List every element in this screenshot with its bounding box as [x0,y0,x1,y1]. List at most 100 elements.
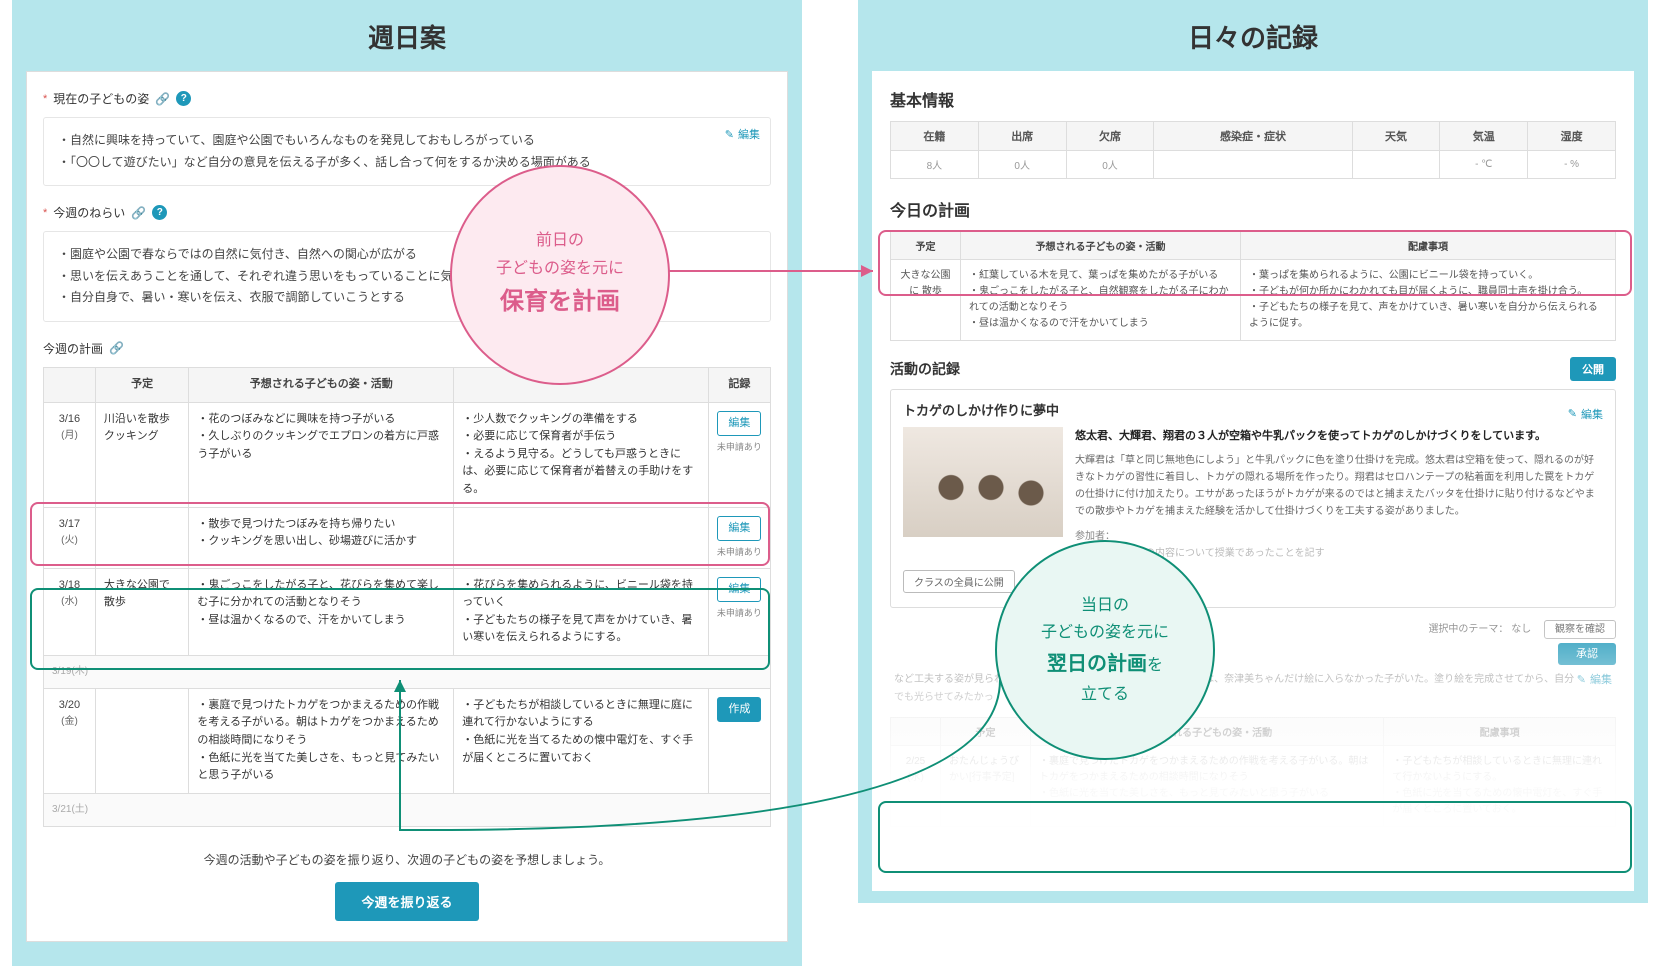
current-item: 「〇〇して遊びたい」など自分の意見を伝える子が多く、話し合って何をするか決める場… [58,152,756,174]
activity-heading: 活動の記録 公開 [890,357,1616,381]
basic-header: 天気 [1352,122,1440,151]
activity-text: 悠太君、大輝君、翔君の３人が空箱や牛乳パックを使ってトカゲのしかけづくりをしてい… [1075,427,1603,562]
activity-photo [903,427,1063,537]
create-button[interactable]: 作成 [717,697,761,723]
section-weekly-plan: 今週の計画 🔗 [43,340,771,357]
plan-schedule [95,688,188,793]
plan-header-expected: 予想される子どもの姿・活動 [189,367,454,402]
basic-header: 欠席 [1066,122,1154,151]
plan-expected: 花のつぼみなどに興味を持つ子がいる久しぶりのクッキングでエプロンの着方に戸惑う子… [189,402,454,507]
tp-care: 葉っぱを集められるように、公園にビニール袋を持っていく。 子どもが何か所かにわか… [1241,260,1616,341]
link-icon[interactable]: 🔗 [155,92,170,106]
scope-button[interactable]: クラスの全員に公開 [903,570,1015,593]
section-current-children: * 現在の子どもの姿 🔗 ? [43,90,771,107]
today-plan-row: 大きな公園に 散歩 紅葉している木を見て、葉っぱを集めたがる子がいる 鬼ごっこを… [891,260,1616,341]
edit-button[interactable]: 編集 [717,516,761,542]
participants-label: 参加者： [1075,528,1603,545]
next-plan-row: 2/25 (水) おたんじょうびかい[行事予定] 裏庭で見つけたトカゲをつかまえ… [891,745,1616,826]
current-children-box: ✎ 編集 自然に興味を持っていて、園庭や公園でもいろんなものを発見しておもしろが… [43,117,771,186]
daily-record-title: 日々の記録 [858,0,1648,71]
plan-record-cell: 作成 [708,688,770,793]
plan-faded-row: 3/21(土) [44,793,771,826]
link-icon[interactable]: 🔗 [131,206,146,220]
edit-button[interactable]: 編集 [717,411,761,437]
required-mark: * [43,207,47,219]
plan-row: 3/17(火) 散歩で見つけたつぼみを持ち帰りたいクッキングを思い出し、砂場遊びに… [44,507,771,568]
weekly-plan-title: 週日案 [12,0,802,71]
annotation-bubble-green: 当日の 子どもの姿を元に 翌日の計画を 立てる [995,540,1215,760]
plan-row: 3/21(土) [44,793,771,826]
activity-title: トカゲのしかけ作りに夢中 [903,400,1059,419]
annotation-bubble-pink: 前日の 子どもの姿を元に 保育を計画 [450,165,670,385]
basic-header: 感染症・症状 [1154,122,1352,151]
plan-care [454,507,708,568]
approve-button[interactable]: 承認 [1558,643,1616,665]
reflect-section: 今週の活動や子どもの姿を振り返り、次週の子どもの姿を予想しましょう。 今週を振り… [43,851,771,921]
daily-record-panel: 基本情報 在籍出席欠席感染症・症状天気気温湿度 8人0人0人- ℃- % 今日の… [872,71,1634,891]
plan-record-cell: 編集未申請あり [708,568,770,655]
plan-header-date [44,367,96,402]
plan-record-cell: 編集未申請あり [708,402,770,507]
plan-schedule: 大きな公園で散歩 [95,568,188,655]
basic-header: 湿度 [1528,122,1616,151]
plan-record-cell: 編集未申請あり [708,507,770,568]
plan-header-record: 記録 [708,367,770,402]
plan-expected: 散歩で見つけたつぼみを持ち帰りたいクッキングを思い出し、砂場遊びに活かす [189,507,454,568]
edit-button[interactable]: 編集 [717,577,761,603]
activity-edit-link[interactable]: ✎ 編集 [1568,406,1603,422]
basic-value [1154,151,1352,179]
required-mark: * [43,93,47,105]
basic-value: 0人 [978,151,1066,179]
tp-header-expected: 予想される子どもの姿・活動 [961,232,1241,260]
status-badge: 未申請あり [717,545,762,559]
edit-current-link[interactable]: ✎ 編集 [725,126,760,146]
weekly-plan-table: 予定 予想される子どもの姿・活動 記録 3/16(月)川沿いを散歩 クッキング花… [43,367,771,827]
status-badge: 未申請あり [717,606,762,620]
basic-header: 在籍 [891,122,979,151]
plan-row: 3/19(木) [44,655,771,688]
basic-value [1352,151,1440,179]
help-icon[interactable]: ? [152,205,167,220]
plan-header-schedule: 予定 [95,367,188,402]
plan-expected: 裏庭で見つけたトカゲをつかまえるための作戦を考える子がいる。朝はトカゲをつかまえ… [189,688,454,793]
today-plan-heading: 今日の計画 [890,197,1616,221]
plan-date: 3/16(月) [44,402,96,507]
today-plan-table: 予定 予想される子どもの姿・活動 配慮事項 大きな公園に 散歩 紅葉している木を… [890,231,1616,341]
plan-row: 3/16(月)川沿いを散歩 クッキング花のつぼみなどに興味を持つ子がいる久しぶり… [44,402,771,507]
plan-expected: 鬼ごっこをしたがる子と、花びらを集めて楽しむ子に分かれての活動となりそう昼は温か… [189,568,454,655]
plan-schedule: 川沿いを散歩 クッキング [95,402,188,507]
basic-value: 8人 [891,151,979,179]
pencil-icon: ✎ [1568,407,1577,420]
plan-row: 3/18(水)大きな公園で散歩鬼ごっこをしたがる子と、花びらを集めて楽しむ子に分… [44,568,771,655]
reflection-edit-link[interactable]: ✎ 編集 [1577,671,1612,691]
weekly-plan-panel: * 現在の子どもの姿 🔗 ? ✎ 編集 自然に興味を持っていて、園庭や公園でもい… [26,71,788,942]
plan-care: 花びらを集められるように、ビニール袋を持っていく子どもたちの様子を見て声をかけて… [454,568,708,655]
current-item: 自然に興味を持っていて、園庭や公園でもいろんなものを発見しておもしろがっている [58,130,756,152]
basic-info-table: 在籍出席欠席感染症・症状天気気温湿度 8人0人0人- ℃- % [890,121,1616,179]
activity-card: トカゲのしかけ作りに夢中 ✎ 編集 悠太君、大輝君、翔君の３人が空箱や牛乳パック… [890,389,1616,608]
plan-care: 子どもたちが相談しているときに無理に庭に連れて行かないようにする色紙に光を当てる… [454,688,708,793]
help-icon[interactable]: ? [176,91,191,106]
np-schedule: おたんじょうびかい[行事予定] [941,745,1031,826]
reflect-text: 今週の活動や子どもの姿を振り返り、次週の子どもの姿を予想しましょう。 [43,851,771,868]
basic-info-heading: 基本情報 [890,87,1616,111]
plan-date: 3/17(火) [44,507,96,568]
plan-date: 3/18(水) [44,568,96,655]
tp-schedule: 大きな公園に 散歩 [891,260,961,341]
np-date: 2/25 (水) [891,745,941,826]
status-badge: 未申請あり [717,440,762,454]
weekly-plan-column: 週日案 * 現在の子どもの姿 🔗 ? ✎ 編集 自然に興味を持っていて、園庭や公… [12,0,802,966]
pencil-icon: ✎ [1577,671,1586,691]
tp-header-schedule: 予定 [891,232,961,260]
theme-confirm-button[interactable]: 観察を確認 [1544,620,1616,639]
tp-expected: 紅葉している木を見て、葉っぱを集めたがる子がいる 鬼ごっこをしたがる子と、自然観… [961,260,1241,341]
basic-value: - ℃ [1440,151,1528,179]
link-icon[interactable]: 🔗 [109,341,124,355]
np-care: 子どもたちが相談しているときに無理に連れて行かないようにする。 色紙に光を当てる… [1384,745,1616,826]
plan-schedule [95,507,188,568]
reflect-button[interactable]: 今週を振り返る [335,882,478,921]
publish-button[interactable]: 公開 [1570,357,1616,381]
plan-date: 3/20(金) [44,688,96,793]
basic-value: 0人 [1066,151,1154,179]
section-weekly-aim: * 今週のねらい 🔗 ? [43,204,771,221]
